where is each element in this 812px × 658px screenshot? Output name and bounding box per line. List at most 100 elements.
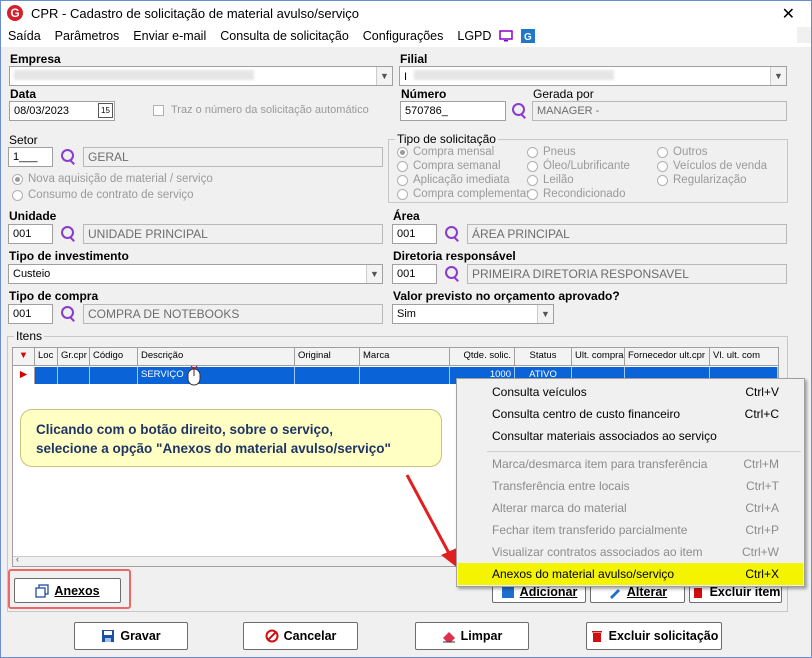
radio-compra-semanal[interactable]: Compra semanal — [397, 160, 501, 172]
filial-select[interactable]: I ▼ — [399, 66, 787, 86]
monitor-icon[interactable] — [499, 30, 514, 42]
radio-aplicacao-imediata[interactable]: Aplicação imediata — [397, 174, 510, 186]
numero-value: 570786_ — [405, 105, 448, 117]
tipo-investimento-value: Custeio — [13, 268, 51, 280]
callout-line-1: Clicando com o botão direito, sobre o se… — [36, 422, 334, 437]
mouse-cursor-icon — [187, 365, 201, 386]
menu-item-visualizar-contratos[interactable]: Visualizar contratos associados ao item C… — [458, 541, 803, 563]
scrollbar-corner — [797, 27, 811, 43]
col-grcpr[interactable]: Gr.cpr — [58, 348, 90, 365]
limpar-button[interactable]: Limpar — [415, 622, 529, 650]
menu-configuracoes[interactable]: Configurações — [363, 29, 444, 43]
cell-marca — [360, 367, 450, 384]
adicionar-label: Adicionar — [519, 585, 578, 599]
cell-descricao: SERVIÇO — [138, 367, 295, 384]
radio-nova-aquisicao[interactable]: Nova aquisição de material / serviço — [12, 173, 213, 185]
pencil-icon — [609, 589, 620, 599]
chevron-down-icon[interactable]: ▼ — [366, 265, 382, 283]
empresa-blurred-value — [14, 70, 254, 80]
svg-text:G: G — [524, 32, 532, 43]
valor-previsto-value: Sim — [397, 308, 416, 320]
radio-leilao[interactable]: Leilão — [527, 174, 574, 186]
tipo-compra-code-input[interactable]: 001 — [8, 304, 53, 324]
col-original[interactable]: Original — [295, 348, 360, 365]
menu-item-anexos[interactable]: Anexos do material avulso/serviço Ctrl+X — [458, 563, 803, 585]
menu-item-consulta-veiculos[interactable]: Consulta veículos Ctrl+V — [458, 381, 803, 403]
col-loc[interactable]: Loc — [35, 348, 58, 365]
scroll-left-icon[interactable]: ‹ — [16, 554, 19, 564]
radio-pneus[interactable]: Pneus — [527, 146, 576, 158]
col-status[interactable]: Status — [515, 348, 572, 365]
excluir-item-label: Excluir item — [709, 585, 781, 599]
numero-input[interactable]: 570786_ — [400, 101, 506, 121]
tipo-investimento-label: Tipo de investimento — [9, 249, 129, 263]
gravar-button[interactable]: Gravar — [74, 622, 188, 650]
menu-consulta-solicitacao[interactable]: Consulta de solicitação — [220, 29, 349, 43]
radio-outros[interactable]: Outros — [657, 146, 708, 158]
col-qtde[interactable]: Qtde. solic. — [450, 348, 515, 365]
radio-consumo-contrato[interactable]: Consumo de contrato de serviço — [12, 189, 194, 201]
col-fornecedor[interactable]: Fornecedor ult.cpr — [625, 348, 710, 365]
radio-recondicionado[interactable]: Recondicionado — [527, 188, 625, 200]
menu-item-fechar-item[interactable]: Fechar item transferido parcialmente Ctrl… — [458, 519, 803, 541]
area-name-value: ÁREA PRINCIPAL — [472, 227, 570, 241]
numero-label: Número — [401, 87, 447, 101]
radio-compra-mensal[interactable]: Compra mensal — [397, 146, 494, 158]
close-icon[interactable]: ✕ — [782, 4, 795, 24]
chevron-down-icon[interactable]: ▼ — [376, 67, 392, 85]
tipo-compra-name-value: COMPRA DE NOTEBOOKS — [88, 307, 240, 321]
valor-previsto-select[interactable]: Sim ▼ — [392, 304, 554, 324]
unidade-name-value: UNIDADE PRINCIPAL — [88, 227, 208, 241]
search-icon[interactable] — [443, 265, 461, 283]
trash-icon — [693, 588, 702, 598]
col-vl-ult[interactable]: Vl. ult. com — [710, 348, 778, 365]
search-icon[interactable] — [59, 225, 77, 243]
radio-oleo[interactable]: Óleo/Lubrificante — [527, 160, 630, 172]
menu-parametros[interactable]: Parâmetros — [55, 29, 120, 43]
col-codigo[interactable]: Código — [90, 348, 138, 365]
tipo-investimento-select[interactable]: Custeio ▼ — [8, 264, 383, 284]
unidade-code-input[interactable]: 001 — [8, 224, 53, 244]
radio-regularizacao[interactable]: Regularização — [657, 174, 747, 186]
chevron-down-icon[interactable]: ▼ — [537, 305, 553, 323]
chevron-down-icon[interactable]: ▼ — [770, 67, 786, 85]
search-icon[interactable] — [510, 102, 528, 120]
setor-name-field: GERAL — [83, 147, 383, 167]
menu-item-marca-desmarca[interactable]: Marca/desmarca item para transferência Ct… — [458, 453, 803, 475]
menu-item-alterar-marca[interactable]: Alterar marca do material Ctrl+A — [458, 497, 803, 519]
empresa-select[interactable]: ▼ — [9, 66, 393, 86]
area-code-input[interactable]: 001 — [392, 224, 437, 244]
filial-label: Filial — [400, 52, 428, 66]
setor-code-input[interactable]: 1___ — [8, 147, 53, 167]
search-icon[interactable] — [443, 225, 461, 243]
radio-veiculos-venda[interactable]: Veículos de venda — [657, 160, 767, 172]
save-icon — [102, 630, 115, 642]
menu-lgpd[interactable]: LGPD — [457, 29, 491, 43]
menu-item-transferencia[interactable]: Transferência entre locais Ctrl+T — [458, 475, 803, 497]
setor-code-value: 1___ — [13, 151, 38, 163]
diretoria-label: Diretoria responsável — [393, 249, 516, 263]
area-code-value: 001 — [397, 228, 416, 240]
col-ult-compra[interactable]: Ult. compra — [572, 348, 625, 365]
anexos-button[interactable]: Anexos — [14, 578, 121, 603]
cell-original — [295, 367, 360, 384]
menu-saida[interactable]: Saída — [8, 29, 41, 43]
col-marca[interactable]: Marca — [360, 348, 450, 365]
cancelar-button[interactable]: Cancelar — [243, 622, 358, 650]
menu-enviar-email[interactable]: Enviar e-mail — [133, 29, 206, 43]
auto-number-checkbox[interactable] — [153, 105, 164, 116]
calendar-icon[interactable]: 15 — [98, 103, 113, 118]
diretoria-code-input[interactable]: 001 — [392, 264, 437, 284]
col-descricao[interactable]: Descrição — [138, 348, 295, 365]
unidade-name-field: UNIDADE PRINCIPAL — [83, 224, 383, 244]
sort-arrow-icon[interactable]: ▼ — [13, 348, 35, 365]
search-icon[interactable] — [59, 148, 77, 166]
search-icon[interactable] — [59, 305, 77, 323]
menu-item-materiais-associados[interactable]: Consultar materiais associados ao serviç… — [458, 425, 803, 447]
filial-value: I — [404, 71, 408, 83]
excluir-solicitacao-button[interactable]: Excluir solicitação — [586, 622, 722, 650]
tipo-compra-label: Tipo de compra — [9, 289, 99, 303]
radio-compra-complementar[interactable]: Compra complementar — [397, 188, 530, 200]
menu-item-centro-custo[interactable]: Consulta centro de custo financeiro Ctrl+… — [458, 403, 803, 425]
g-logo-icon[interactable]: G — [521, 29, 536, 43]
